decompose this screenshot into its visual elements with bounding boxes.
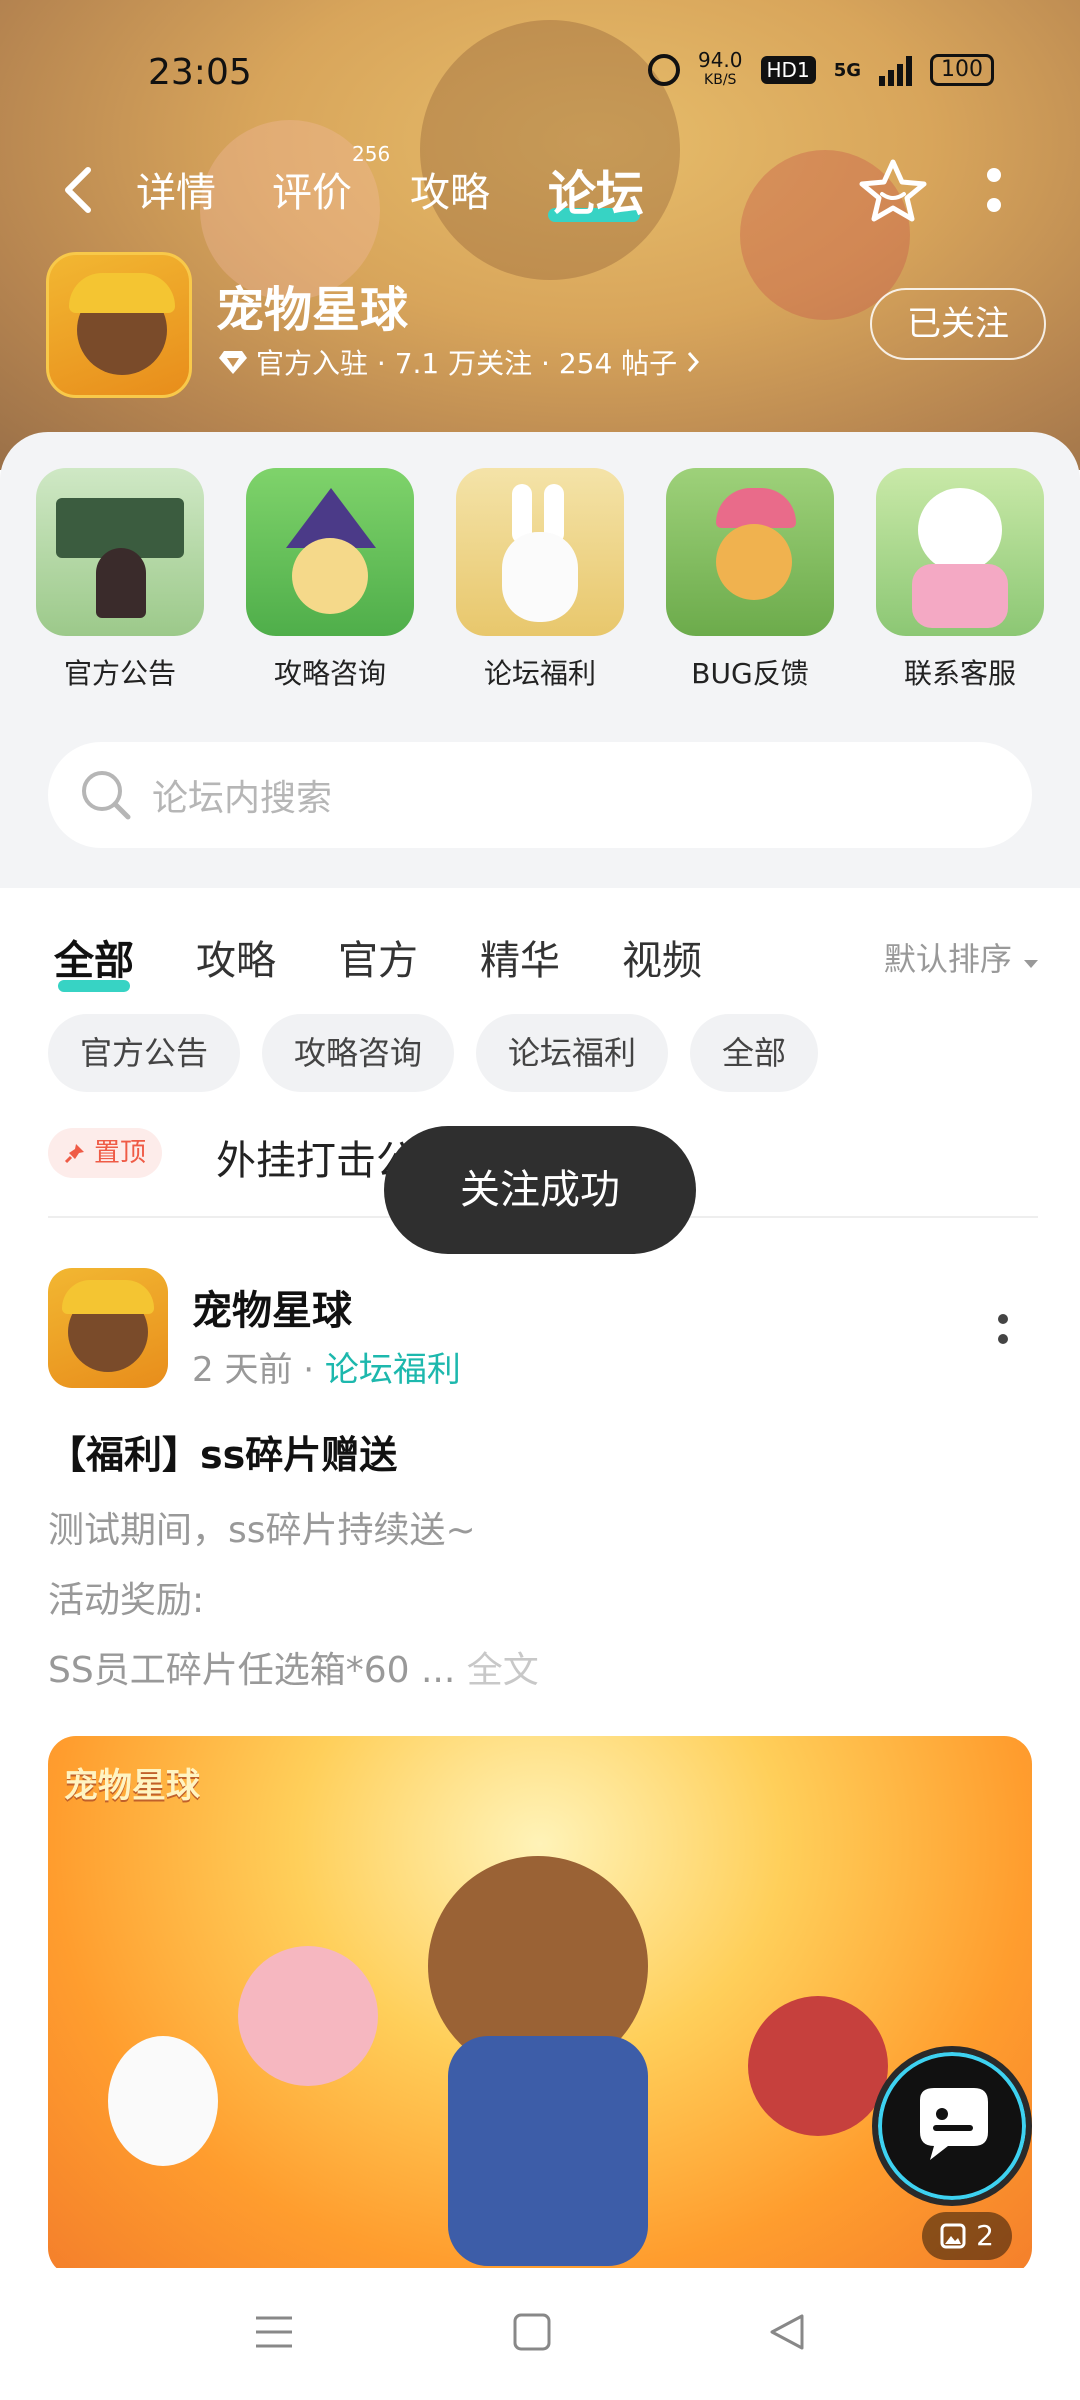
chevron-right-icon — [688, 352, 700, 372]
net-speed-unit: KB/S — [704, 72, 737, 88]
new-post-button[interactable] — [872, 2046, 1032, 2206]
sort-label: 默认排序 — [883, 940, 1012, 978]
back-arrow-icon[interactable] — [58, 166, 98, 214]
menu-icon[interactable] — [254, 2312, 294, 2352]
post-time: 2 天前 — [192, 1350, 293, 1390]
favorite-star-icon[interactable] — [858, 156, 928, 226]
chip-official-announcement[interactable]: 官方公告 — [48, 1014, 241, 1092]
category-shortcuts: 官方公告 攻略咨询 论坛福利 BUG反馈 联系客服 — [36, 468, 1044, 692]
more-options-icon[interactable] — [986, 168, 1002, 212]
tab-forum[interactable]: 论坛 — [548, 154, 644, 224]
post-meta: 2 天前 · 论坛福利 — [192, 1350, 461, 1390]
post-body: 测试期间，ss碎片持续送~ 活动奖励: SS员工碎片任选箱*60 ... 全文 — [48, 1496, 539, 1706]
image-count: 2 — [922, 2212, 1012, 2260]
category-label: BUG反馈 — [691, 657, 809, 690]
category-forum-welfare[interactable]: 论坛福利 — [456, 468, 624, 692]
top-nav: 详情 评价 256 攻略 论坛 — [0, 142, 1080, 230]
read-full-link[interactable]: 全文 — [467, 1650, 539, 1691]
pin-icon — [64, 1144, 84, 1164]
network-type: 5G — [833, 59, 861, 81]
toast-message: 关注成功 — [384, 1126, 696, 1254]
chip-forum-welfare[interactable]: 论坛福利 — [476, 1014, 669, 1092]
category-official-announcement[interactable]: 官方公告 — [36, 468, 204, 692]
alarm-icon — [647, 54, 680, 86]
net-speed: 94.0 KB/S — [698, 50, 743, 90]
battery-icon: 100 — [930, 54, 994, 86]
search-placeholder: 论坛内搜索 — [152, 778, 333, 819]
pinned-badge: 置顶 — [48, 1128, 163, 1178]
followed-button[interactable]: 已关注 — [870, 288, 1046, 360]
feed-tab-guides[interactable]: 攻略 — [196, 928, 276, 986]
home-icon[interactable] — [512, 2312, 552, 2352]
signal-icon — [879, 54, 912, 86]
cat-character — [238, 1946, 378, 2086]
reviews-count-badge: 256 — [352, 142, 391, 166]
filter-chips: 官方公告 攻略咨询 论坛福利 全部 — [48, 1014, 819, 1092]
author-avatar[interactable] — [48, 1268, 168, 1388]
post-author[interactable]: 宠物星球 — [192, 1278, 352, 1336]
status-time: 23:05 — [148, 52, 252, 93]
category-label: 攻略咨询 — [273, 657, 386, 690]
post-body-line: SS员工碎片任选箱*60 ... 全文 — [48, 1636, 539, 1706]
diamond-icon — [219, 351, 247, 374]
category-image — [246, 468, 414, 636]
sort-dropdown[interactable]: 默认排序 — [884, 934, 1040, 980]
category-label: 官方公告 — [63, 657, 176, 690]
image-count-value: 2 — [976, 2219, 994, 2252]
category-label: 论坛福利 — [483, 657, 596, 690]
chicken-character — [108, 2036, 218, 2166]
feed-tab-label: 全部 — [54, 938, 134, 984]
feed-tab-video[interactable]: 视频 — [622, 928, 702, 986]
post-tag[interactable]: 论坛福利 — [325, 1350, 461, 1390]
hd-icon: HD1 — [760, 56, 816, 84]
feed-tab-featured[interactable]: 精华 — [480, 928, 560, 986]
chip-all[interactable]: 全部 — [690, 1014, 819, 1092]
gallery-icon — [940, 2223, 966, 2249]
system-nav-bar — [0, 2268, 1080, 2400]
post-ellipsis: ... — [409, 1650, 467, 1691]
post-title: 【福利】ss碎片赠送 — [48, 1433, 398, 1477]
feed-tabs: 全部 攻略 官方 精华 视频 — [54, 928, 702, 992]
post-body-line-text: SS员工碎片任选箱*60 — [48, 1650, 410, 1691]
post-more-icon[interactable] — [998, 1314, 1008, 1344]
forum-search-bar[interactable]: 论坛内搜索 — [48, 742, 1032, 848]
app-name: 宠物星球 — [216, 282, 409, 338]
feed-tab-official[interactable]: 官方 — [338, 928, 418, 986]
net-speed-value: 94.0 — [697, 48, 743, 72]
chat-icon — [920, 2088, 988, 2160]
app-icon[interactable] — [46, 252, 192, 398]
back-icon[interactable] — [768, 2312, 808, 2352]
status-bar: 23:05 94.0 KB/S HD1 5G 100 — [0, 40, 1080, 100]
tab-details[interactable]: 详情 — [136, 160, 216, 218]
category-image — [666, 468, 834, 636]
category-label: 联系客服 — [903, 657, 1016, 690]
search-icon — [82, 771, 131, 820]
app-info: 宠物星球 官方入驻 · 7.1 万关注 · 254 帖子 已关注 — [46, 252, 1046, 402]
post-body-line: 活动奖励: — [48, 1580, 205, 1621]
clown-character — [748, 1996, 888, 2136]
image-logo: 宠物星球 — [64, 1766, 200, 1806]
post-body-line: 测试期间，ss碎片持续送~ — [48, 1510, 476, 1551]
tab-reviews[interactable]: 评价 — [272, 160, 352, 218]
category-bug-feedback[interactable]: BUG反馈 — [666, 468, 834, 692]
chip-guide-consult[interactable]: 攻略咨询 — [262, 1014, 455, 1092]
category-guide-consult[interactable]: 攻略咨询 — [246, 468, 414, 692]
tab-guides[interactable]: 攻略 — [410, 160, 490, 218]
feed-tab-all[interactable]: 全部 — [54, 928, 134, 992]
category-image — [876, 468, 1044, 636]
bear-suit — [448, 2036, 648, 2266]
dropdown-arrow-icon — [1024, 960, 1038, 968]
pinned-badge-label: 置顶 — [94, 1138, 147, 1168]
category-image — [456, 468, 624, 636]
category-contact-support[interactable]: 联系客服 — [876, 468, 1044, 692]
category-image — [36, 468, 204, 636]
app-meta[interactable]: 官方入驻 · 7.1 万关注 · 254 帖子 — [218, 342, 701, 382]
app-meta-text: 官方入驻 · 7.1 万关注 · 254 帖子 — [256, 347, 678, 380]
